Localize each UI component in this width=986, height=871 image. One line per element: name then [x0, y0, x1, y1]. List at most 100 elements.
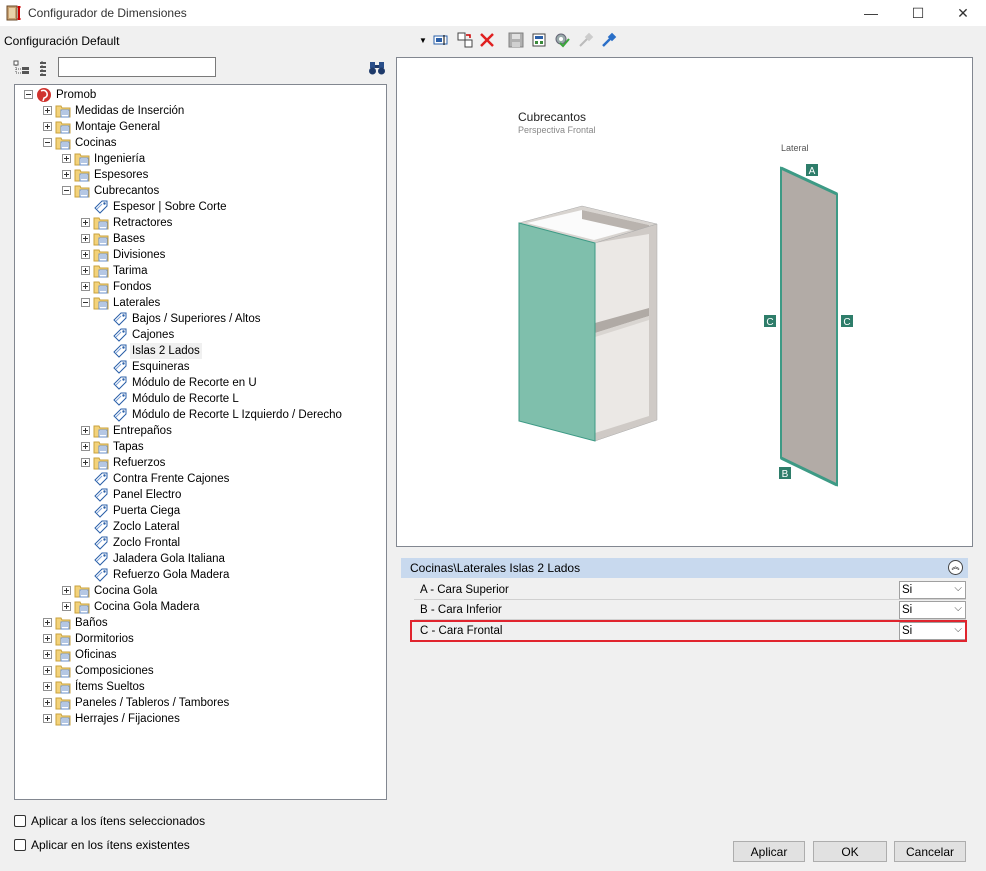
collapse-icon[interactable] [24, 90, 33, 99]
folder-icon [93, 441, 109, 454]
expand-icon[interactable] [81, 426, 90, 435]
tree-node[interactable]: Bajos / Superiores / Altos [15, 311, 385, 327]
collapse-icon[interactable] [81, 298, 90, 307]
apply-button[interactable]: Aplicar [733, 841, 805, 862]
tree-node[interactable]: Panel Electro [15, 487, 385, 503]
tag-icon [94, 472, 108, 486]
close-button[interactable]: ✕ [940, 0, 986, 26]
tree-node[interactable]: Módulo de Recorte L Izquierdo / Derecho [15, 407, 385, 423]
preview-panel: Cubrecantos Perspectiva Frontal Lateral … [396, 57, 973, 547]
expand-icon[interactable] [81, 442, 90, 451]
tree-node[interactable]: Fondos [15, 279, 385, 295]
tag-icon [113, 360, 127, 374]
tree-node[interactable]: Zoclo Frontal [15, 535, 385, 551]
ok-button[interactable]: OK [813, 841, 887, 862]
tree-search-input[interactable] [58, 57, 216, 77]
category-tree[interactable]: Promob Medidas de Inserción Montaje Genera… [14, 84, 387, 800]
tree-node[interactable]: Módulo de Recorte L [15, 391, 385, 407]
tree-node[interactable]: Refuerzo Gola Madera [15, 567, 385, 583]
tree-node[interactable]: Oficinas [15, 647, 385, 663]
expand-icon[interactable] [81, 250, 90, 259]
expand-icon[interactable] [43, 106, 52, 115]
expand-icon[interactable] [43, 618, 52, 627]
tree-node[interactable]: Módulo de Recorte en U [15, 375, 385, 391]
tree-node[interactable]: Tarima [15, 263, 385, 279]
tree-node[interactable]: Cocinas [15, 135, 385, 151]
validate-button[interactable] [553, 31, 571, 49]
export-button[interactable] [530, 31, 548, 49]
tree-node[interactable]: Cocina Gola [15, 583, 385, 599]
expand-tree-button[interactable] [36, 59, 54, 77]
expand-icon[interactable] [43, 682, 52, 691]
property-name: B - Cara Inferior [420, 604, 502, 616]
tree-node[interactable]: Dormitorios [15, 631, 385, 647]
expand-icon[interactable] [62, 154, 71, 163]
expand-icon[interactable] [62, 602, 71, 611]
tree-node[interactable]: Puerta Ciega [15, 503, 385, 519]
tree-node[interactable]: Paneles / Tableros / Tambores [15, 695, 385, 711]
collapse-icon[interactable] [43, 138, 52, 147]
edit-name-button[interactable] [432, 31, 450, 49]
expand-icon[interactable] [43, 650, 52, 659]
property-value-select[interactable]: Si ⌵ [899, 601, 966, 619]
marker-b: B [782, 469, 789, 480]
tree-node[interactable]: Espesor | Sobre Corte [15, 199, 385, 215]
tree-node[interactable]: Promob [15, 87, 385, 103]
tree-node[interactable]: Refuerzos [15, 455, 385, 471]
tree-node[interactable]: Composiciones [15, 663, 385, 679]
copy-config-button[interactable] [456, 31, 474, 49]
minimize-button[interactable]: — [848, 0, 894, 26]
tree-node[interactable]: Zoclo Lateral [15, 519, 385, 535]
tree-node[interactable]: Ingeniería [15, 151, 385, 167]
tree-node[interactable]: Entrepaños [15, 423, 385, 439]
tree-node[interactable]: Herrajes / Fijaciones [15, 711, 385, 727]
tree-node[interactable]: Cubrecantos [15, 183, 385, 199]
expand-icon[interactable] [43, 714, 52, 723]
search-button[interactable] [368, 60, 386, 76]
property-value-select[interactable]: Si ⌵ [899, 581, 966, 599]
tree-node[interactable]: Jaladera Gola Italiana [15, 551, 385, 567]
tree-node[interactable]: Medidas de Inserción [15, 103, 385, 119]
tree-node[interactable]: Retractores [15, 215, 385, 231]
expand-icon[interactable] [81, 266, 90, 275]
tree-node[interactable]: Esquineras [15, 359, 385, 375]
expand-icon[interactable] [81, 234, 90, 243]
collapse-chevron-icon[interactable]: ︽ [948, 560, 963, 575]
expand-icon[interactable] [43, 634, 52, 643]
tree-node[interactable]: Montaje General [15, 119, 385, 135]
expand-icon[interactable] [62, 586, 71, 595]
collapse-tree-button[interactable] [13, 59, 31, 77]
expand-icon[interactable] [81, 458, 90, 467]
tree-node[interactable]: Cajones [15, 327, 385, 343]
tree-node[interactable]: Cocina Gola Madera [15, 599, 385, 615]
tree-node[interactable]: Divisiones [15, 247, 385, 263]
tree-node[interactable]: Baños [15, 615, 385, 631]
delete-config-button[interactable] [478, 31, 496, 49]
tree-node[interactable]: Islas 2 Lados [15, 343, 385, 359]
expand-icon[interactable] [43, 698, 52, 707]
maximize-button[interactable]: ☐ [895, 0, 941, 26]
expand-icon[interactable] [62, 170, 71, 179]
cancel-button[interactable]: Cancelar [894, 841, 966, 862]
expand-icon[interactable] [81, 282, 90, 291]
expand-icon[interactable] [81, 218, 90, 227]
tree-node[interactable]: Contra Frente Cajones [15, 471, 385, 487]
expand-icon[interactable] [43, 122, 52, 131]
folder-icon [74, 169, 90, 182]
tree-node[interactable]: Ítems Sueltos [15, 679, 385, 695]
tree-node[interactable]: Bases [15, 231, 385, 247]
connect-button[interactable] [600, 31, 618, 49]
save-button[interactable] [507, 31, 525, 49]
collapse-icon[interactable] [62, 186, 71, 195]
tree-node[interactable]: Tapas [15, 439, 385, 455]
tree-node[interactable]: Laterales [15, 295, 385, 311]
plug-disabled-icon [579, 32, 594, 47]
apply-selected-checkbox[interactable] [14, 815, 26, 827]
disabled-connect-button[interactable] [577, 31, 595, 49]
tree-node[interactable]: Espesores [15, 167, 385, 183]
configuration-select[interactable]: Configuración Default ▼ [0, 30, 432, 50]
apply-existing-checkbox[interactable] [14, 839, 26, 851]
expand-icon[interactable] [43, 666, 52, 675]
tree-node-label: Cocina Gola [94, 585, 158, 597]
property-name: A - Cara Superior [420, 584, 509, 596]
